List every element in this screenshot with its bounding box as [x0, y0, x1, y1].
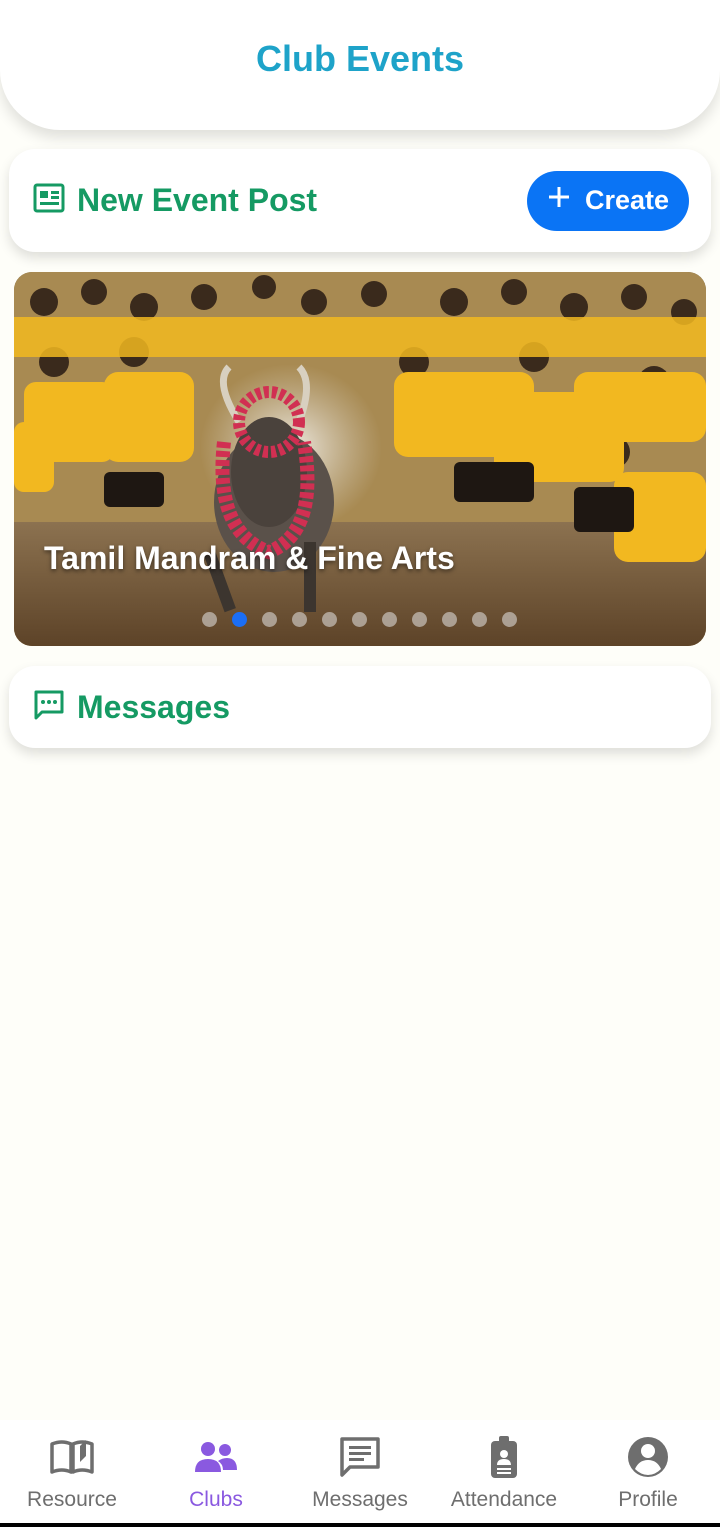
messages-title: Messages — [77, 688, 230, 725]
nav-label-clubs: Clubs — [189, 1488, 243, 1511]
new-event-post-card: New Event Post Create — [9, 149, 711, 252]
carousel-dot[interactable] — [262, 612, 277, 627]
carousel-dot[interactable] — [292, 612, 307, 627]
carousel-dots — [202, 612, 517, 627]
nav-item-messages[interactable]: Messages — [288, 1434, 432, 1512]
people-icon — [193, 1434, 239, 1480]
chat-bubble-icon — [33, 689, 65, 726]
app-header: Club Events — [0, 0, 720, 130]
carousel-dot[interactable] — [322, 612, 337, 627]
carousel-dot[interactable] — [202, 612, 217, 627]
nav-label-resource: Resource — [27, 1488, 117, 1511]
carousel-dot[interactable] — [382, 612, 397, 627]
nav-item-attendance[interactable]: Attendance — [432, 1434, 576, 1512]
nav-label-attendance: Attendance — [450, 1488, 558, 1511]
new-event-post-heading: New Event Post — [33, 182, 317, 219]
bottom-navigation: Resource Clubs Messages Attendance Profi… — [0, 1420, 720, 1523]
event-slide-image — [14, 272, 706, 646]
create-button-label: Create — [584, 185, 670, 215]
newspaper-icon — [33, 183, 65, 218]
plus-icon — [547, 185, 571, 216]
new-event-post-title: New Event Post — [77, 182, 318, 218]
nav-item-resource[interactable]: Resource — [0, 1434, 144, 1512]
club-events-screen: Club Events New Event Post Create Tamil … — [0, 0, 720, 1527]
carousel-dot[interactable] — [442, 612, 457, 627]
page-title: Club Events — [255, 38, 465, 79]
message-icon — [337, 1434, 383, 1480]
id-badge-icon — [481, 1434, 527, 1480]
messages-heading: Messages — [33, 689, 230, 726]
carousel-dot[interactable] — [352, 612, 367, 627]
nav-label-messages: Messages — [312, 1488, 408, 1511]
create-button[interactable]: Create — [527, 170, 689, 231]
messages-card[interactable]: Messages — [9, 666, 711, 748]
event-carousel[interactable]: Tamil Mandram & Fine Arts — [14, 272, 706, 646]
nav-item-clubs[interactable]: Clubs — [144, 1434, 288, 1512]
slide-title: Tamil Mandram & Fine Arts — [44, 540, 455, 576]
nav-item-profile[interactable]: Profile — [576, 1434, 720, 1512]
screen-bottom-edge — [0, 1523, 720, 1527]
nav-label-profile: Profile — [618, 1488, 678, 1511]
account-circle-icon — [625, 1434, 671, 1480]
carousel-dot[interactable] — [502, 612, 517, 627]
book-open-icon — [49, 1434, 95, 1480]
carousel-dot[interactable] — [472, 612, 487, 627]
carousel-dot-active[interactable] — [232, 612, 247, 627]
carousel-dot[interactable] — [412, 612, 427, 627]
